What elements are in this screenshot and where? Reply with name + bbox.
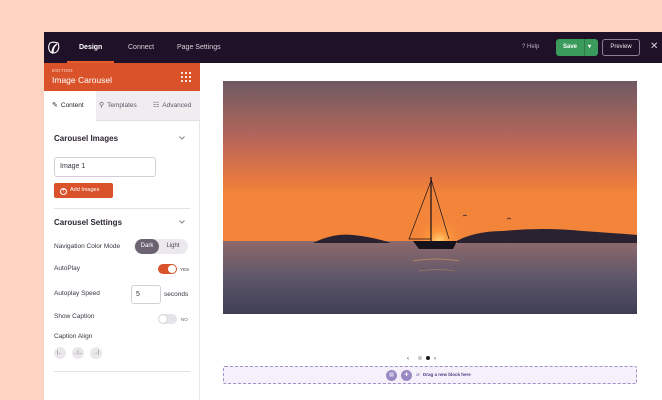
seedprod-logo-icon[interactable] (46, 40, 62, 56)
block-title: Image Carousel (52, 75, 113, 85)
right-align-icon[interactable]: →| (90, 347, 102, 359)
sidebar-tabs: ✎ Content ⚲ Templates ☷ Advanced (44, 91, 200, 121)
preview-button[interactable]: Preview (602, 39, 640, 56)
paint-roller-icon: ⚲ (99, 102, 105, 109)
help-label: Help (527, 44, 540, 50)
autoplay-state: YES (180, 267, 190, 272)
left-align-icon[interactable]: |← (54, 347, 66, 359)
tab-templates[interactable]: ⚲ Templates (99, 91, 149, 121)
image-item-input[interactable]: Image 1 (54, 157, 156, 177)
show-caption-toggle[interactable] (158, 314, 177, 324)
builder-window: Design Connect Page Settings ? Help Save… (44, 32, 662, 400)
carousel-slide-image (223, 81, 637, 314)
save-divider (584, 39, 585, 56)
carousel-next-icon[interactable]: › (434, 356, 436, 362)
nav-color-light-option[interactable]: Light (161, 239, 185, 254)
carousel-prev-icon[interactable]: ‹ (407, 356, 409, 362)
grid-icon[interactable] (181, 72, 191, 82)
add-block-icon[interactable]: ✚ (401, 370, 412, 381)
carousel-dot-2[interactable] (426, 356, 430, 360)
show-caption-state: NO (181, 317, 188, 322)
tab-advanced[interactable]: ☷ Advanced (153, 91, 199, 121)
autoplay-toggle[interactable] (158, 264, 177, 274)
nav-color-dark-option[interactable]: Dark (135, 239, 159, 254)
save-dropdown-caret-icon[interactable]: ▾ (588, 43, 591, 50)
sliders-icon: ☷ (153, 102, 160, 109)
question-circle-icon: ? (522, 44, 526, 50)
section-title-carousel-settings[interactable]: Carousel Settings (54, 218, 122, 227)
dropzone-text: Drag a new block here (423, 372, 471, 377)
nav-color-mode-toggle: Dark Light (134, 239, 188, 254)
tab-content-label: Content (60, 102, 84, 109)
carousel-dot-1[interactable] (418, 356, 422, 360)
block-dropzone[interactable]: ▤ ✚ or Drag a new block here (223, 366, 637, 384)
add-section-icon[interactable]: ▤ (386, 370, 397, 381)
add-images-button[interactable]: + Add Images (54, 183, 113, 198)
chevron-down-icon[interactable] (178, 218, 186, 226)
tab-page-settings[interactable]: Page Settings (177, 32, 221, 63)
section-divider (54, 208, 190, 209)
section-divider (54, 371, 190, 372)
help-link[interactable]: ? Help (522, 44, 539, 50)
add-images-label: Add Images (70, 187, 100, 193)
chevron-down-icon[interactable] (178, 134, 186, 142)
tab-advanced-label: Advanced (162, 102, 192, 109)
autoplay-speed-input[interactable]: 5 (131, 285, 161, 304)
toggle-knob (159, 315, 167, 323)
show-caption-label: Show Caption (54, 313, 95, 320)
editing-label: EDITING (52, 68, 74, 73)
sidebar-panel: EDITING Image Carousel ✎ Content ⚲ Templat… (44, 63, 200, 400)
section-title-carousel-images[interactable]: Carousel Images (54, 134, 118, 143)
autoplay-speed-unit: seconds (164, 291, 189, 298)
save-label: Save (563, 44, 578, 50)
tab-content[interactable]: ✎ Content (44, 91, 96, 121)
top-bar: Design Connect Page Settings ? Help Save… (44, 32, 662, 63)
autoplay-label: AutoPlay (54, 265, 81, 272)
tab-design[interactable]: Design (66, 32, 115, 63)
close-icon[interactable]: ✕ (650, 41, 658, 53)
plus-circle-icon: + (60, 188, 67, 195)
toggle-knob (168, 265, 176, 273)
block-header: EDITING Image Carousel (44, 63, 200, 91)
center-align-icon[interactable]: →|← (72, 347, 84, 359)
tab-templates-label: Templates (107, 102, 137, 109)
dropzone-or-label: or (416, 372, 421, 377)
tab-connect[interactable]: Connect (128, 32, 154, 63)
page-canvas: ‹ › ▤ ✚ or Drag a new block here (201, 63, 662, 400)
save-button[interactable]: Save ▾ (556, 39, 598, 56)
caption-align-label: Caption Align (54, 333, 93, 340)
nav-color-mode-label: Navigation Color Mode (54, 243, 121, 250)
autoplay-speed-label: Autoplay Speed (54, 290, 100, 297)
pencil-icon: ✎ (52, 102, 58, 109)
